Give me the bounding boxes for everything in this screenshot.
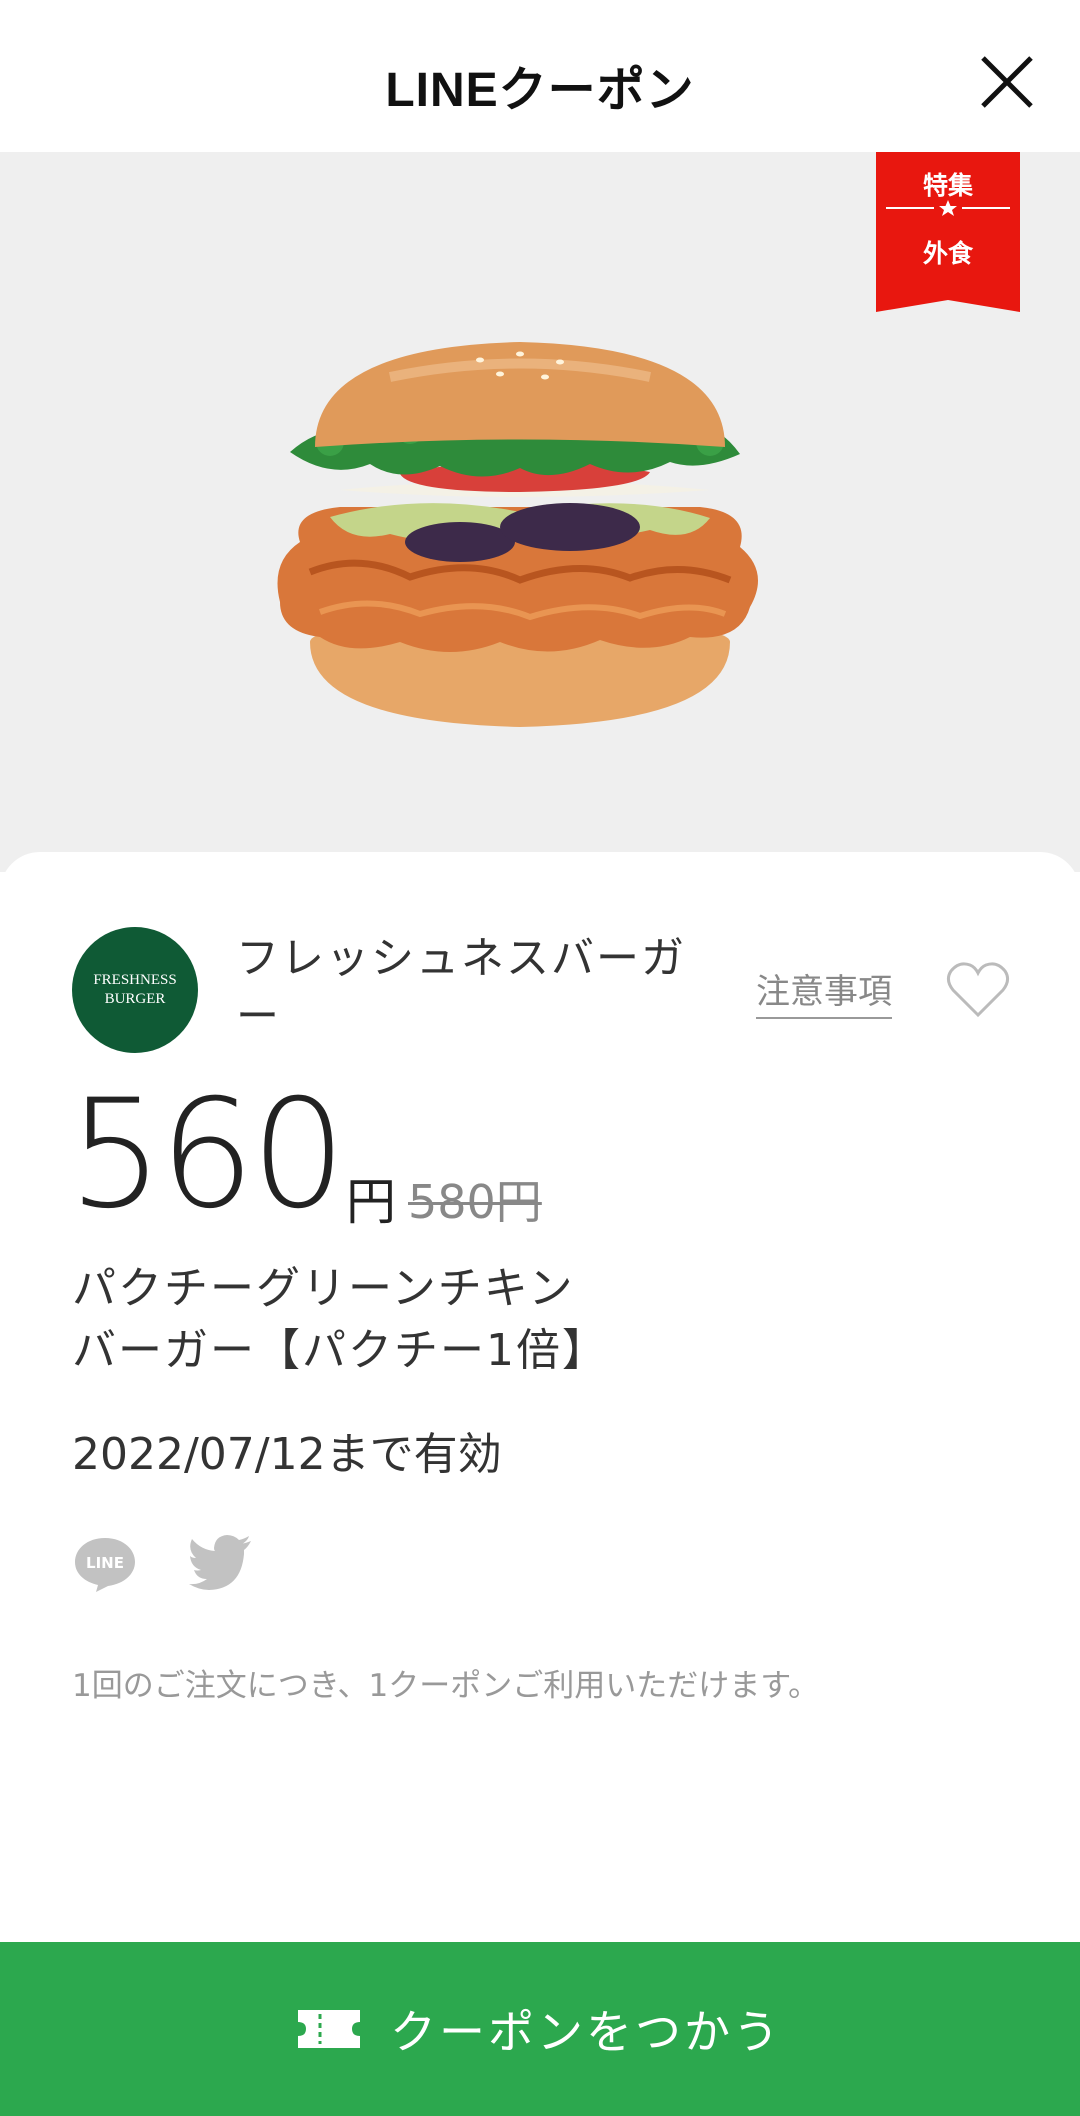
logo-text-line1: FRESHNESS — [93, 972, 177, 988]
feature-ribbon: 特集 外食 — [876, 152, 1020, 312]
favorite-button[interactable] — [945, 960, 1011, 1020]
close-button[interactable] — [975, 50, 1039, 114]
use-coupon-label: クーポンをつかう — [390, 2006, 782, 2058]
close-icon — [981, 56, 1033, 108]
header-bar: LINEクーポン — [0, 0, 1080, 152]
heart-icon — [946, 962, 1010, 1018]
price-original: 580円 — [408, 1175, 542, 1229]
brand-name: フレッシュネスバーガー — [236, 934, 686, 1042]
share-twitter-button[interactable] — [188, 1534, 254, 1590]
burger-image — [277, 342, 758, 727]
share-line-button[interactable]: LINE — [72, 1534, 138, 1594]
brand-logo: FRESHNESS BURGER — [72, 927, 198, 1053]
ticket-icon — [298, 2010, 360, 2048]
line-icon: LINE — [75, 1538, 135, 1592]
ribbon-label-bottom: 外食 — [922, 239, 973, 268]
notes-link[interactable]: 注意事項 — [756, 964, 892, 1019]
ribbon-label-top: 特集 — [922, 171, 973, 200]
product-name-line1: パクチーグリーンチキン — [72, 1263, 575, 1314]
product-name-line2: バーガー【パクチー1倍】 — [72, 1325, 608, 1376]
validity-date: 2022/07/12まで有効 — [72, 1429, 502, 1480]
line-icon-label: LINE — [86, 1554, 124, 1572]
product-name: パクチーグリーンチキン バーガー【パクチー1倍】 — [72, 1258, 772, 1382]
price-current: 560 — [68, 1068, 346, 1242]
price-unit: 円 — [346, 1173, 396, 1231]
twitter-icon — [189, 1535, 251, 1590]
logo-text-line2: BURGER — [104, 991, 166, 1007]
usage-notice: 1回のご注文につき、1クーポンご利用いただけます。 — [72, 1668, 820, 1704]
use-coupon-button[interactable]: クーポンをつかう — [0, 1942, 1080, 2116]
page-title: LINEクーポン — [385, 64, 695, 117]
